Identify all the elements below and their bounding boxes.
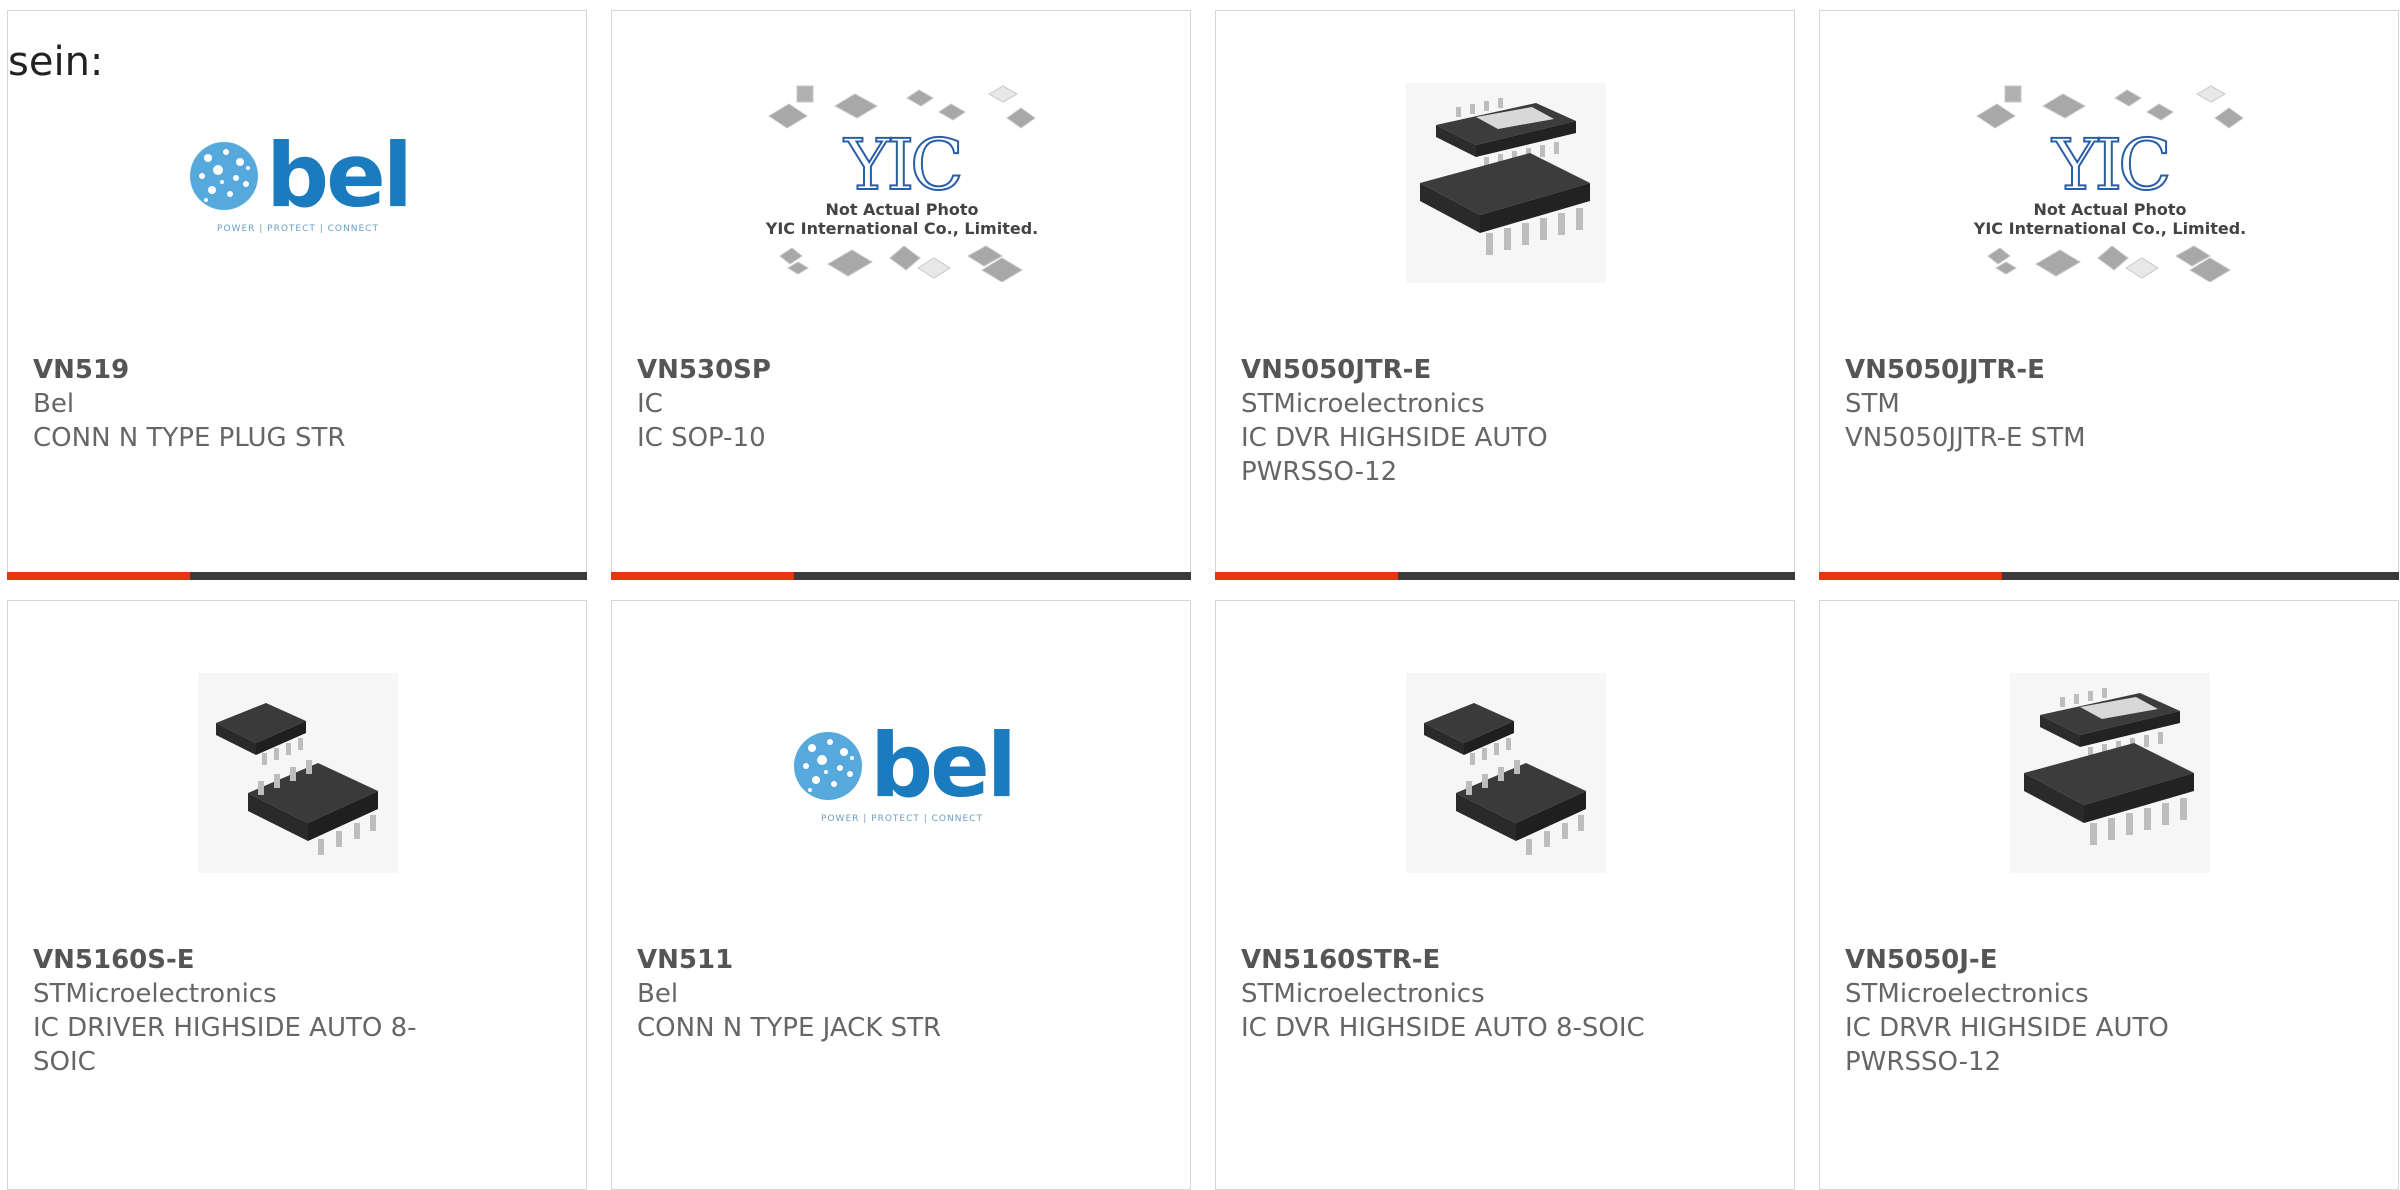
intro-text: sein: <box>8 39 104 85</box>
part-number[interactable]: VN511 <box>637 943 1057 977</box>
chip-icons-bottom <box>1987 245 2231 282</box>
placeholder-line1: Not Actual Photo <box>2033 200 2187 219</box>
manufacturer: Bel <box>33 389 75 419</box>
product-card[interactable]: YIC Not Actual Photo YIC International C… <box>1819 10 2399 580</box>
part-number[interactable]: VN5050JJTR-E <box>1845 353 2265 387</box>
bel-logo-image: bel POWER | PROTECT | CONNECT <box>158 83 438 283</box>
bel-logo-tagline: POWER | PROTECT | CONNECT <box>821 814 983 824</box>
manufacturer: Bel <box>637 979 679 1009</box>
part-number[interactable]: VN5050JTR-E <box>1241 353 1661 387</box>
product-card[interactable]: VN5160S-E STMicroelectronics IC DRIVER H… <box>7 600 587 1190</box>
description: IC DRVR HIGHSIDE AUTO PWRSSO-12 <box>1845 1013 2169 1077</box>
part-number[interactable]: VN5050J-E <box>1845 943 2265 977</box>
description: IC DRIVER HIGHSIDE AUTO 8-SOIC <box>33 1013 417 1077</box>
card-bottom-bar <box>1819 572 2399 580</box>
product-card[interactable]: YIC Not Actual Photo YIC International C… <box>611 10 1191 580</box>
description: IC SOP-10 <box>637 423 766 453</box>
manufacturer: IC <box>637 389 663 419</box>
chip-pwrsso12-icon <box>2010 673 2210 873</box>
bel-globe-icon <box>190 142 259 210</box>
chip-icons-bottom <box>779 245 1023 282</box>
bel-logo-word: bel <box>266 124 413 227</box>
bel-logo-tagline: POWER | PROTECT | CONNECT <box>217 224 379 234</box>
placeholder-line2: YIC International Co., Limited. <box>765 219 1039 238</box>
product-card[interactable]: VN5050JTR-E STMicroelectronics IC DVR HI… <box>1215 10 1795 580</box>
description: IC DVR HIGHSIDE AUTO PWRSSO-12 <box>1241 423 1548 487</box>
yic-logo: YIC <box>843 124 964 206</box>
manufacturer: STMicroelectronics <box>1241 979 1485 1009</box>
product-card[interactable]: VN5160STR-E STMicroelectronics IC DVR HI… <box>1215 600 1795 1190</box>
chip-pwrsso12-image <box>1970 673 2250 873</box>
bel-globe-icon <box>794 732 863 800</box>
yic-placeholder-image: YIC Not Actual Photo YIC International C… <box>762 83 1042 283</box>
chip-soic8-icon <box>1406 673 1606 873</box>
bel-logo-image: bel POWER | PROTECT | CONNECT <box>762 673 1042 873</box>
description: IC DVR HIGHSIDE AUTO 8-SOIC <box>1241 1013 1645 1043</box>
manufacturer: STMicroelectronics <box>1845 979 2089 1009</box>
chip-soic8-image <box>158 673 438 873</box>
chip-soic8-image <box>1366 673 1646 873</box>
description: VN5050JJTR-E STM <box>1845 423 2086 453</box>
product-card[interactable]: bel POWER | PROTECT | CONNECT VN519 Bel … <box>7 10 587 580</box>
chip-soic8-icon <box>198 673 398 873</box>
manufacturer: STM <box>1845 389 1900 419</box>
card-bottom-bar <box>1215 572 1795 580</box>
part-number[interactable]: VN519 <box>33 353 453 387</box>
card-accent-bar <box>1215 572 1398 580</box>
yic-logo: YIC <box>2051 124 2172 206</box>
card-accent-bar <box>611 572 794 580</box>
card-bottom-bar <box>7 572 587 580</box>
manufacturer: STMicroelectronics <box>1241 389 1485 419</box>
bel-logo-word: bel <box>870 714 1017 817</box>
product-card[interactable]: bel POWER | PROTECT | CONNECT VN511 Bel … <box>611 600 1191 1190</box>
card-accent-bar <box>1819 572 2002 580</box>
yic-placeholder-image: YIC Not Actual Photo YIC International C… <box>1970 83 2250 283</box>
part-number[interactable]: VN5160S-E <box>33 943 453 977</box>
placeholder-line1: Not Actual Photo <box>825 200 979 219</box>
description: CONN N TYPE PLUG STR <box>33 423 346 453</box>
card-bottom-bar <box>611 572 1191 580</box>
product-card[interactable]: VN5050J-E STMicroelectronics IC DRVR HIG… <box>1819 600 2399 1190</box>
part-number[interactable]: VN530SP <box>637 353 1057 387</box>
chip-pwrsso12-image <box>1366 83 1646 283</box>
description: CONN N TYPE JACK STR <box>637 1013 942 1043</box>
part-number[interactable]: VN5160STR-E <box>1241 943 1661 977</box>
card-accent-bar <box>7 572 190 580</box>
chip-pwrsso12-icon <box>1406 83 1606 283</box>
manufacturer: STMicroelectronics <box>33 979 277 1009</box>
placeholder-line2: YIC International Co., Limited. <box>1973 219 2247 238</box>
